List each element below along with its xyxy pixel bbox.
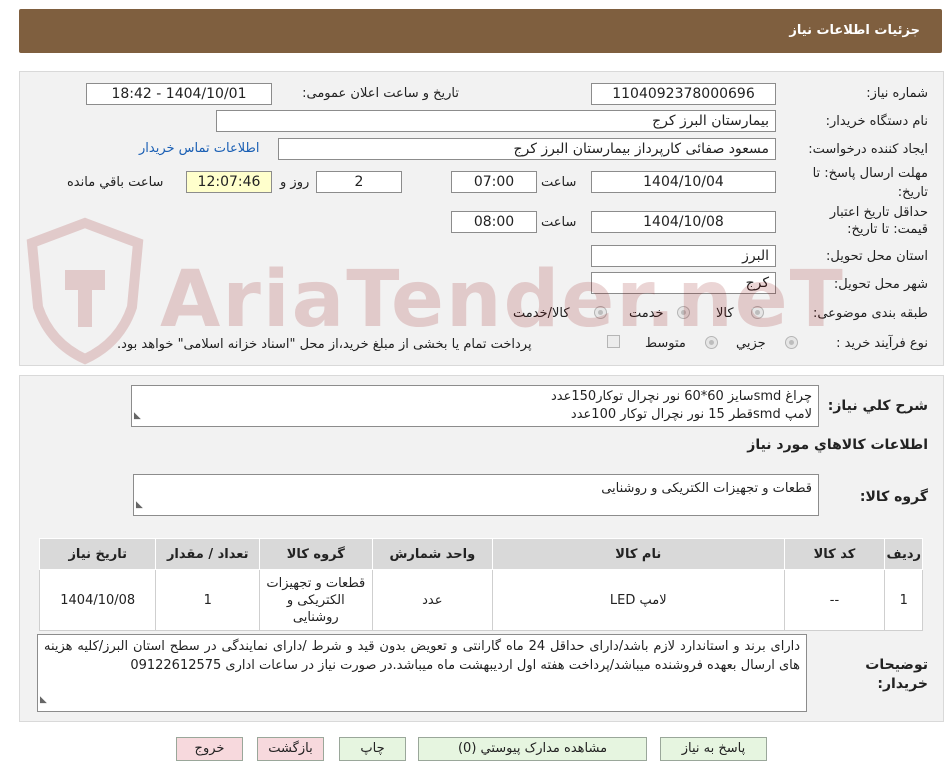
category-service-label: خدمت — [629, 306, 664, 321]
process-medium-label: متوسط — [645, 336, 686, 351]
validity-label-cont: قیمت: تا تاریخ: — [847, 222, 928, 237]
province-label: استان محل تحویل: — [826, 249, 928, 264]
resize-grip-icon[interactable]: ◢ — [136, 496, 143, 514]
goods-section-title: اطلاعات کالاهاي مورد نياز — [747, 437, 928, 453]
radio-dot — [709, 340, 714, 345]
announce-date-field: 1404/10/01 - 18:42 — [86, 83, 272, 105]
resize-grip-icon[interactable]: ◢ — [134, 407, 141, 425]
validity-label: حداقل تاریخ اعتبار — [829, 205, 928, 220]
category-service-radio[interactable] — [677, 306, 690, 319]
requester-label: ایجاد کننده درخواست: — [808, 142, 928, 157]
validity-date-field: 1404/10/08 — [591, 211, 776, 233]
radio-dot — [598, 310, 603, 315]
col-index: رديف — [884, 538, 923, 570]
cell-date: 1404/10/08 — [38, 569, 157, 631]
treasury-checkbox[interactable] — [607, 335, 620, 348]
category-both-label: کالا/خدمت — [513, 306, 570, 321]
announce-date-label: تاریخ و ساعت اعلان عمومی: — [302, 86, 459, 101]
cell-index: 1 — [884, 569, 923, 631]
goods-group-textarea[interactable]: قطعات و تجهیزات الکتریکی و روشنایی ◢ — [133, 474, 819, 516]
col-unit: واحد شمارش — [371, 538, 494, 570]
province-field: البرز — [591, 245, 776, 267]
cell-qty: 1 — [155, 569, 260, 631]
buyer-notes-textarea[interactable]: دارای برند و استاندارد لازم باشد/دارای ح… — [37, 634, 807, 712]
deadline-hour-label: ساعت — [541, 175, 577, 190]
goods-group-value: قطعات و تجهیزات الکتریکی و روشنایی — [601, 481, 812, 496]
process-minor-label: جزیي — [736, 336, 766, 351]
deadline-time-field: 07:00 — [451, 171, 537, 193]
page-header: جزئیات اطلاعات نیاز — [19, 9, 942, 53]
city-label: شهر محل تحویل: — [833, 277, 928, 292]
category-goods-label: کالا — [716, 306, 734, 321]
category-label: طبقه بندی موضوعی: — [812, 306, 928, 321]
remaining-time-label: ساعت باقي مانده — [67, 175, 164, 190]
buyer-notes-label-cont: خریدار: — [877, 676, 928, 692]
buyer-org-field: بیمارستان البرز کرج — [216, 110, 776, 132]
goods-group-label: گروه کالا: — [859, 489, 928, 505]
exit-button[interactable]: خروج — [176, 737, 243, 761]
treasury-note: پرداخت تمام یا بخشی از مبلغ خرید،از محل … — [117, 337, 532, 352]
remaining-days-field: 2 — [316, 171, 402, 193]
goods-table: رديف کد کالا نام کالا واحد شمارش گروه کا… — [38, 538, 923, 631]
print-button[interactable]: چاپ — [339, 737, 406, 761]
summary-line-1: چراغ smdسایز 60*60 نور نچرال توکار150عدد — [550, 389, 812, 404]
buyer-contact-link[interactable]: اطلاعات تماس خریدار — [139, 141, 259, 156]
process-minor-radio[interactable] — [785, 336, 798, 349]
days-label: روز و — [280, 175, 310, 190]
remaining-time-field: 12:07:46 — [186, 171, 272, 193]
buyer-notes-label: توضیحات — [865, 657, 928, 673]
page-title: جزئیات اطلاعات نیاز — [789, 23, 920, 38]
summary-textarea[interactable]: چراغ smdسایز 60*60 نور نچرال توکار150عدد… — [131, 385, 819, 427]
cell-code: -- — [783, 569, 886, 631]
back-button[interactable]: بازگشت — [257, 737, 324, 761]
table-row: 1 -- لامپ LED عدد قطعات و تجهیزات الکتری… — [38, 569, 923, 631]
deadline-label: مهلت ارسال پاسخ: تا — [812, 166, 928, 181]
buyer-notes-text: دارای برند و استاندارد لازم باشد/دارای ح… — [44, 639, 801, 673]
radio-dot — [789, 340, 794, 345]
col-date: تاریخ نیاز — [38, 538, 157, 570]
process-medium-radio[interactable] — [705, 336, 718, 349]
cell-unit: عدد — [371, 569, 494, 631]
category-both-radio[interactable] — [594, 306, 607, 319]
col-qty: تعداد / مقدار — [155, 538, 260, 570]
resize-grip-icon[interactable]: ◢ — [40, 691, 47, 710]
goods-table-header: رديف کد کالا نام کالا واحد شمارش گروه کا… — [38, 538, 923, 570]
need-number-field: 1104092378000696 — [591, 83, 776, 105]
radio-dot — [681, 310, 686, 315]
cell-name: لامپ LED — [492, 569, 785, 631]
deadline-label-cont: تاریخ: — [897, 185, 928, 200]
deadline-date-field: 1404/10/04 — [591, 171, 776, 193]
need-number-label: شماره نیاز: — [866, 86, 928, 101]
city-field: کرج — [591, 272, 776, 294]
summary-label: شرح کلي نياز: — [827, 398, 928, 414]
buyer-org-label: نام دستگاه خریدار: — [825, 114, 928, 129]
process-label: نوع فرآیند خرید : — [836, 336, 928, 351]
col-group: گروه کالا — [258, 538, 373, 570]
radio-dot — [755, 310, 760, 315]
validity-hour-label: ساعت — [541, 215, 577, 230]
cell-group: قطعات و تجهیزات الکتریکی و روشنایی — [258, 569, 373, 631]
summary-line-2: لامپ smdقطر 15 نور نچرال توکار 100عدد — [570, 407, 812, 422]
col-code: کد کالا — [783, 538, 886, 570]
reply-button[interactable]: پاسخ به نیاز — [660, 737, 767, 761]
requester-field: مسعود صفائی کارپرداز بیمارستان البرز کرج — [278, 138, 776, 160]
view-attachments-button[interactable]: مشاهده مدارک پیوستي (0) — [418, 737, 647, 761]
category-goods-radio[interactable] — [751, 306, 764, 319]
validity-time-field: 08:00 — [451, 211, 537, 233]
col-name: نام کالا — [492, 538, 785, 570]
